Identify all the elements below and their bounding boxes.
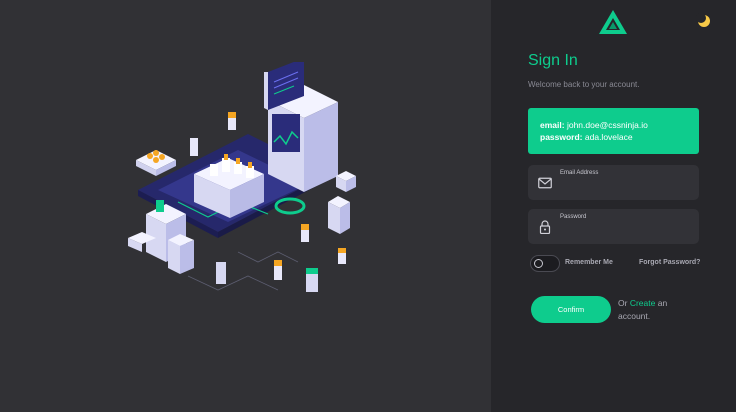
or-text: Or — [618, 298, 628, 308]
password-label: Password — [560, 214, 587, 220]
alert-email-key: email: — [540, 120, 565, 130]
envelope-icon — [538, 177, 552, 189]
page-subtitle: Welcome back to your account. — [528, 80, 640, 89]
triangle-logo-icon[interactable] — [599, 10, 627, 34]
illustration-panel — [0, 0, 491, 412]
forgot-password-link[interactable]: Forgot Password? — [639, 259, 700, 266]
create-account-text: Or Create an account. — [618, 297, 688, 323]
alert-password-key: password: — [540, 132, 583, 142]
remember-me-label[interactable]: Remember Me — [565, 259, 613, 266]
email-label: Email Address — [560, 170, 599, 176]
alert-email-value: john.doe@cssninja.io — [566, 120, 648, 130]
moon-icon[interactable] — [696, 13, 712, 29]
credentials-alert: email: john.doe@cssninja.io password: ad… — [528, 108, 699, 154]
password-input[interactable] — [560, 224, 690, 238]
confirm-button[interactable]: Confirm — [531, 296, 611, 323]
email-field[interactable]: Email Address — [528, 165, 699, 200]
create-account-link[interactable]: Create — [630, 298, 656, 308]
page-title: Sign In — [528, 52, 578, 69]
isometric-datacenter-illustration — [128, 62, 356, 292]
email-input[interactable] — [560, 180, 690, 194]
alert-password-value: ada.lovelace — [584, 132, 633, 142]
password-field[interactable]: Password — [528, 209, 699, 244]
alert-email-line: email: john.doe@cssninja.io — [540, 119, 687, 131]
lock-icon — [539, 220, 551, 234]
toggle-knob — [534, 259, 543, 268]
alert-password-line: password: ada.lovelace — [540, 131, 687, 143]
remember-me-toggle[interactable] — [530, 255, 560, 272]
